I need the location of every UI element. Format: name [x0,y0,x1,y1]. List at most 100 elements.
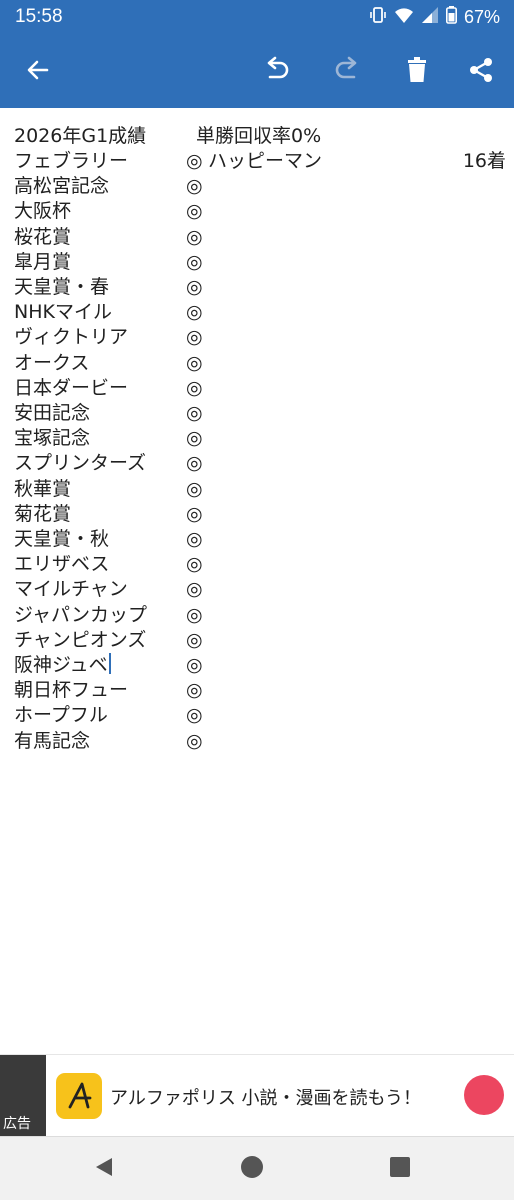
prediction-mark: ◎ [186,578,203,601]
race-name: チャンピオンズ [14,628,147,651]
race-name: オークス [14,351,90,374]
race-row: 天皇賞・春 ◎ [0,275,514,300]
race-row: 大阪杯 ◎ [0,199,514,224]
prediction-mark: ◎ [186,200,203,223]
race-row: 宝塚記念 ◎ [0,426,514,451]
race-row: ホープフル ◎ [0,703,514,728]
prediction-mark: ◎ [186,326,203,349]
finish-place: 16着 [462,150,506,172]
prediction-mark: ◎ [186,603,203,626]
race-name: ヴィクトリア [14,326,129,349]
trash-icon [405,57,429,87]
prediction-mark: ◎ [186,452,203,475]
ad-banner[interactable]: 広告 アルファポリス 小説・漫画を読もう！ [0,1054,514,1137]
race-name: 桜花賞 [14,225,72,248]
system-nav-bar [0,1136,514,1200]
status-time: 15:58 [15,6,63,27]
race-name: 阪神ジュベ [14,653,111,678]
delete-button[interactable] [396,51,438,93]
circle-home-icon [240,1155,264,1183]
square-recents-icon [389,1156,411,1182]
race-row: チャンピオンズ ◎ [0,628,514,653]
race-row: ヴィクトリア ◎ [0,325,514,350]
note-header: 2026年G1成績 単勝回収率0% [0,124,514,149]
race-name: 高松宮記念 [14,175,110,198]
horse-name: ハッピーマン [208,150,323,172]
prediction-mark: ◎ [186,376,203,399]
ad-text: アルファポリス 小説・漫画を読もう！ [110,1088,421,1109]
race-row: 日本ダービー ◎ [0,376,514,401]
prediction-mark: ◎ [186,150,203,172]
race-row: 秋華賞 ◎ [0,477,514,502]
ad-label: 広告 [3,1116,31,1132]
back-button[interactable] [17,51,59,93]
race-name: マイルチャン [14,578,128,601]
prediction-mark: ◎ [186,225,203,248]
race-name: 天皇賞・春 [14,276,110,298]
battery-icon [445,6,457,29]
nav-back-button[interactable] [92,1157,116,1181]
redo-button[interactable] [326,51,368,93]
ad-action-button[interactable] [464,1075,504,1115]
alphapolis-logo-icon [56,1073,102,1119]
prediction-mark: ◎ [186,250,203,273]
prediction-mark: ◎ [186,477,203,500]
race-row: 天皇賞・秋 ◎ [0,527,514,552]
race-name: 大阪杯 [14,200,72,223]
note-editor[interactable]: 2026年G1成績 単勝回収率0% フェブラリー ◎ ハッピーマン 16着 高松宮記念 ◎… [0,108,514,1054]
race-row: NHKマイル ◎ [0,300,514,325]
race-row: エリザベス ◎ [0,552,514,577]
triangle-back-icon [93,1156,115,1182]
ad-thumbnail[interactable]: 広告 [0,1055,46,1137]
race-name: エリザベス [14,553,110,576]
return-rate: 単勝回収率0% [196,125,322,147]
undo-button[interactable] [256,51,298,93]
prediction-mark: ◎ [186,502,203,525]
prediction-mark: ◎ [186,351,203,374]
back-arrow-icon [25,57,51,87]
signal-icon [421,6,439,29]
prediction-mark: ◎ [186,276,203,298]
race-name: 朝日杯フュー [14,679,129,702]
prediction-mark: ◎ [186,301,203,324]
race-row: 安田記念 ◎ [0,401,514,426]
race-row: 高松宮記念 ◎ [0,174,514,199]
race-row: 阪神ジュベ ◎ [0,653,514,678]
prediction-mark: ◎ [186,553,203,576]
share-icon [467,56,495,88]
nav-home-button[interactable] [240,1155,264,1183]
race-row: スプリンターズ ◎ [0,451,514,476]
prediction-mark: ◎ [186,402,203,424]
prediction-mark: ◎ [186,628,203,651]
race-name: 皐月賞 [14,250,72,273]
race-row: 朝日杯フュー ◎ [0,678,514,703]
app-toolbar [0,36,514,108]
status-icons: 67% [369,6,500,29]
race-row: 有馬記念 ◎ [0,729,514,754]
text-cursor [108,653,111,674]
race-name: ホープフル [14,704,108,727]
battery-percent: 67% [463,7,500,27]
race-name: 秋華賞 [14,477,72,500]
prediction-mark: ◎ [186,679,203,702]
prediction-mark: ◎ [186,729,203,752]
redo-icon [333,56,361,88]
race-name: 安田記念 [14,402,91,424]
race-name: 日本ダービー [14,376,129,399]
nav-recents-button[interactable] [388,1157,412,1181]
race-row: 桜花賞 ◎ [0,225,514,250]
race-name: 宝塚記念 [14,427,91,450]
race-row: ジャパンカップ ◎ [0,603,514,628]
race-name: ジャパンカップ [14,603,148,626]
header-label: 2026年G1成績 [14,125,147,147]
race-row: フェブラリー ◎ ハッピーマン 16着 [0,149,514,174]
share-button[interactable] [460,51,502,93]
prediction-mark: ◎ [186,528,203,550]
status-bar: 15:58 67% [0,0,514,36]
prediction-mark: ◎ [186,654,203,676]
race-name: フェブラリー [14,150,129,172]
race-row: 皐月賞 ◎ [0,250,514,275]
race-row: オークス ◎ [0,351,514,376]
race-name: 有馬記念 [14,729,91,752]
wifi-icon [394,6,414,29]
